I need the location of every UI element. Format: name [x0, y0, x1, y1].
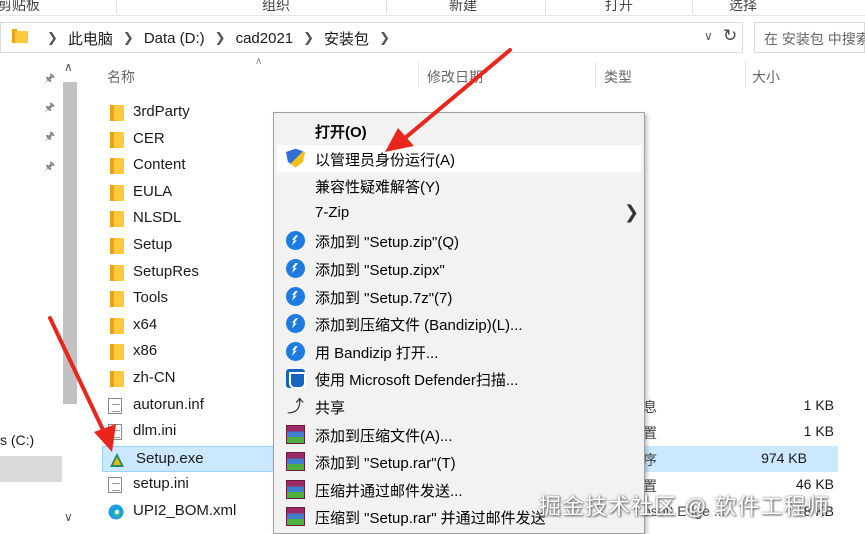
watermark-text: 掘金技术社区 @ 软件工程师 [539, 494, 830, 519]
arrow-to-run-as-admin [403, 48, 512, 140]
arrow-to-setup-exe [48, 316, 106, 434]
arrowhead-icon [94, 424, 116, 452]
annotation-arrows [48, 48, 512, 452]
